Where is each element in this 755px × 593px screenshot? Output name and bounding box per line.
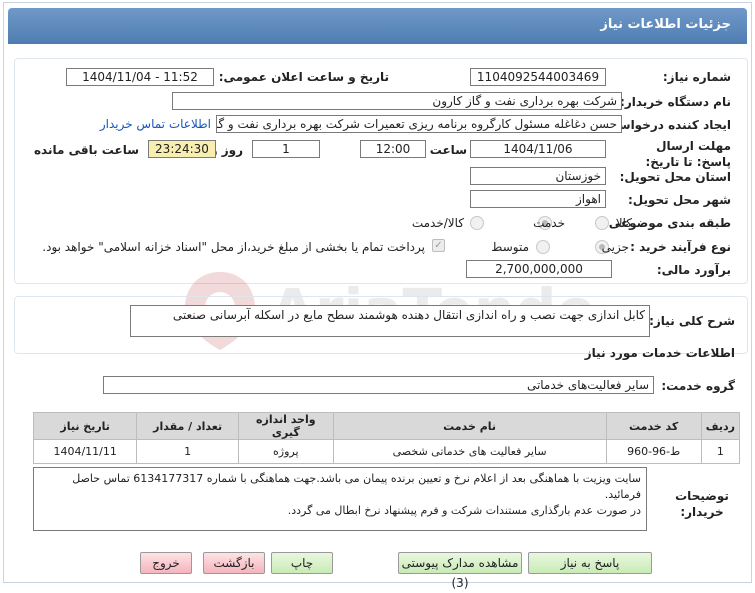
view-attachments-button[interactable]: مشاهده مدارک پیوستی (3) [398, 552, 522, 590]
col-unit-header: واحد اندازه گیری [237, 412, 334, 440]
estimate-field: 2,700,000,000 [466, 260, 612, 278]
buyer-org-label: نام دستگاه خریدار: [620, 95, 731, 109]
table-row: 1 ط-96-960 سایر فعالیت های خدماتی شخصی پ… [32, 439, 741, 464]
buyer-notes-line-1: سایت ویزیت با هماهنگی بعد از اعلام نرخ و… [72, 472, 641, 501]
col-code-header: کد خدمت [605, 412, 702, 440]
buyer-notes-label: توضیحات خریدار: [675, 489, 729, 519]
cell-date: 1404/11/11 [32, 439, 138, 464]
process-partial-label: جزیی [601, 240, 629, 254]
buyer-org-field: شرکت بهره برداری نفت و گاز کارون [172, 92, 622, 110]
category-goods-service-label: کالا/خدمت [411, 216, 464, 230]
days-field: 1 [252, 140, 320, 158]
city-field: اهواز [470, 190, 606, 208]
category-goods-label: کالا [615, 216, 632, 230]
deadline-label: مهلت ارسال پاسخ: تا تاریخ: [645, 139, 732, 169]
exit-button[interactable]: خروج [140, 552, 192, 574]
cell-qty: 1 [136, 439, 239, 464]
treasury-checkbox[interactable]: ✓ [432, 239, 445, 252]
cell-row: 1 [700, 439, 741, 464]
need-number-label: شماره نیاز: [662, 70, 731, 84]
province-field: خوزستان [470, 167, 606, 185]
requester-field: حسن دغاغله مسئول کارگروه برنامه ریزی تعم… [216, 115, 622, 133]
service-group-label: گروه خدمت: [661, 379, 735, 393]
process-medium-radio[interactable] [536, 240, 550, 254]
col-qty-header: تعداد / مقدار [136, 412, 239, 440]
services-title: اطلاعات خدمات مورد نیاز [584, 346, 735, 360]
services-table: ردیف کد خدمت نام خدمت واحد اندازه گیری ت… [32, 412, 741, 464]
payment-note: پرداخت تمام یا بخشی از مبلغ خرید،از محل … [42, 240, 425, 254]
category-service-label: خدمت [533, 216, 565, 230]
process-type-label: نوع فرآیند خرید : [630, 240, 731, 254]
col-row-header: ردیف [700, 412, 741, 440]
page-title: جزئیات اطلاعات نیاز [600, 17, 731, 32]
province-label: استان محل تحویل: [619, 170, 731, 184]
cell-code: ط-96-960 [605, 439, 702, 464]
print-button[interactable]: چاپ [271, 552, 333, 574]
back-button[interactable]: بازگشت [203, 552, 265, 574]
cell-name: سایر فعالیت های خدماتی شخصی [332, 439, 607, 464]
col-date-header: تاریخ نیاز [32, 412, 138, 440]
table-header-row: ردیف کد خدمت نام خدمت واحد اندازه گیری ت… [32, 412, 741, 440]
page-header: جزئیات اطلاعات نیاز [8, 8, 747, 44]
need-number-field: 1104092544003469 [470, 68, 606, 86]
service-group-field: سایر فعالیت‌های خدماتی [103, 376, 654, 394]
city-label: شهر محل تحویل: [627, 193, 731, 207]
deadline-date-field: 1404/11/06 [470, 140, 606, 158]
deadline-time-field: 12:00 [360, 140, 426, 158]
cell-unit: پروژه [237, 439, 334, 464]
estimate-label: برآورد مالی: [656, 263, 731, 277]
process-medium-label: متوسط [491, 240, 529, 254]
general-desc-field: کابل اندازی جهت نصب و راه اندازی انتقال … [130, 305, 650, 337]
buyer-contact-link[interactable]: اطلاعات تماس خریدار [100, 117, 211, 131]
general-desc-label: شرح کلی نیاز: [649, 314, 735, 328]
announce-datetime-field: 1404/11/04 - 11:52 [66, 68, 214, 86]
general-desc-text: کابل اندازی جهت نصب و راه اندازی انتقال … [172, 308, 645, 322]
announce-datetime-label: تاریخ و ساعت اعلان عمومی: [218, 70, 389, 84]
remaining-time-field: 23:24:30 [148, 140, 216, 158]
deadline-time-label: ساعت [429, 143, 467, 157]
buyer-notes-line-2: در صورت عدم بارگذاری مستندات شرکت و فرم … [287, 504, 641, 517]
remaining-label: ساعت باقی مانده [33, 143, 139, 157]
col-name-header: نام خدمت [332, 412, 607, 440]
category-goods-radio[interactable] [595, 216, 609, 230]
buyer-notes-field: سایت ویزیت با هماهنگی بعد از اعلام نرخ و… [33, 467, 647, 531]
reply-button[interactable]: پاسخ به نیاز [528, 552, 652, 574]
category-goods-service-radio[interactable] [470, 216, 484, 230]
